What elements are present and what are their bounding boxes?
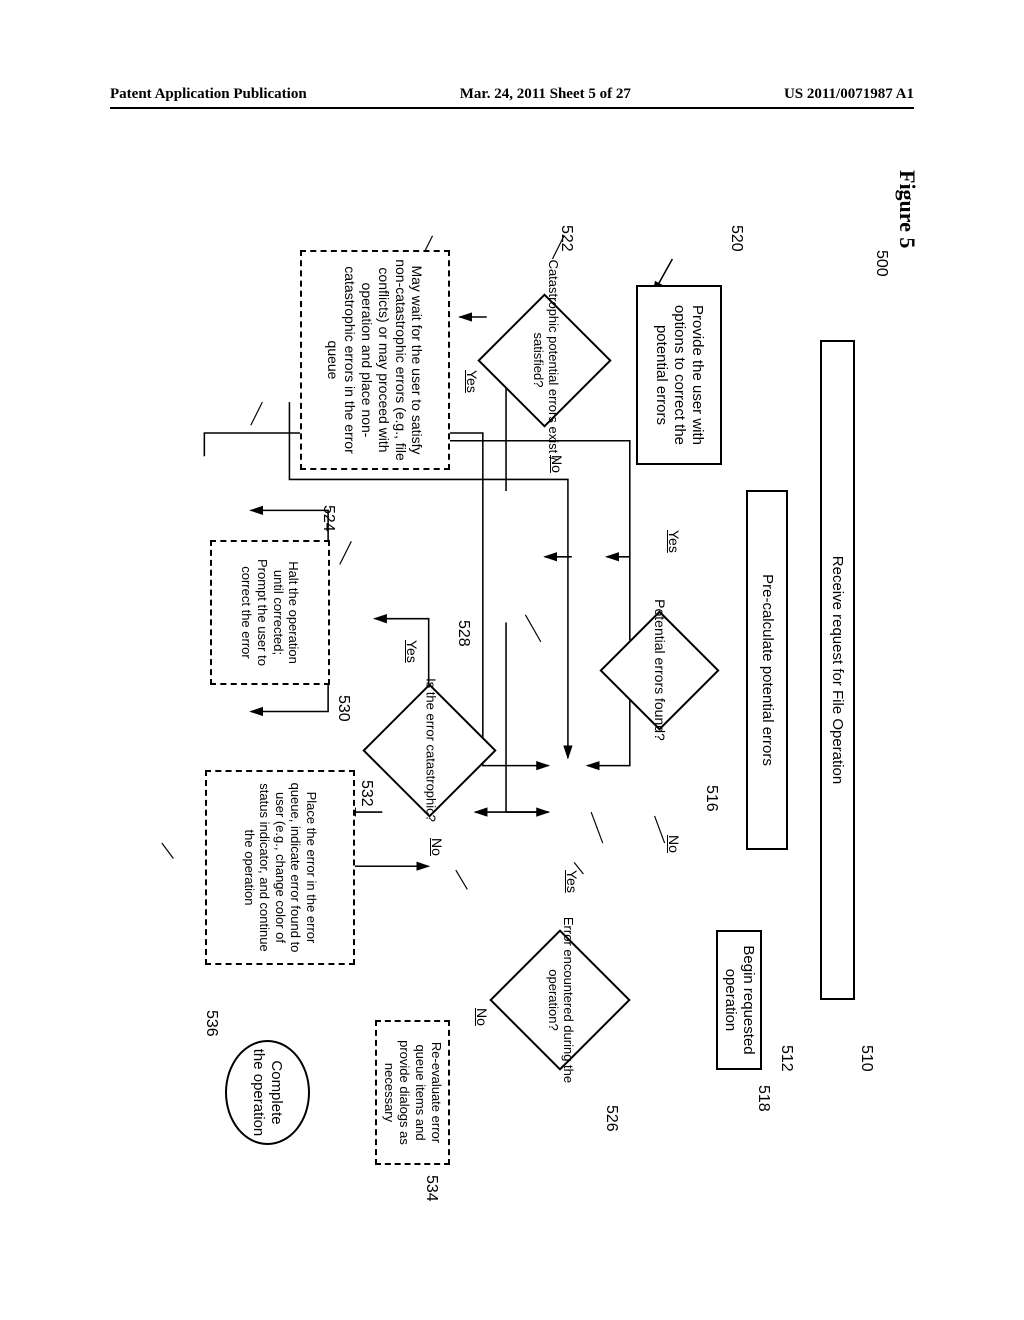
node-522-label: Catastrophic potential errors exist / sa… bbox=[530, 255, 560, 465]
ref-512: 512 bbox=[777, 1045, 795, 1072]
edge-528-yes: Yes bbox=[404, 640, 420, 663]
header-right: US 2011/0071987 A1 bbox=[784, 86, 914, 103]
node-512: Pre-calculate potential errors bbox=[746, 490, 788, 850]
header-left: Patent Application Publication bbox=[110, 86, 307, 103]
ref-522: 522 bbox=[557, 225, 575, 252]
ref-526: 526 bbox=[602, 1105, 620, 1132]
node-516-label: Potential errors found? bbox=[652, 586, 668, 754]
node-530: Halt the operation until corrected; Prom… bbox=[210, 540, 330, 685]
flowchart-figure-5: Figure 5 bbox=[0, 170, 920, 990]
ref-528: 528 bbox=[454, 620, 472, 647]
ref-500: 500 bbox=[872, 250, 890, 277]
node-520: Provide the user with options to correct… bbox=[636, 285, 722, 465]
node-516: Potential errors found? bbox=[610, 610, 710, 730]
ref-530: 530 bbox=[334, 695, 352, 722]
figure-label: Figure 5 bbox=[894, 170, 920, 248]
edge-526-no: No bbox=[474, 1008, 490, 1026]
ref-510: 510 bbox=[857, 1045, 875, 1072]
node-522: Catastrophic potential errors exist / sa… bbox=[490, 285, 600, 435]
header-mid: Mar. 24, 2011 Sheet 5 of 27 bbox=[460, 86, 631, 103]
ref-524: 524 bbox=[319, 505, 337, 532]
edge-528-no: No bbox=[429, 838, 445, 856]
edge-516-yes: Yes bbox=[666, 530, 682, 553]
edge-526-yes: Yes bbox=[564, 870, 580, 893]
ref-516: 516 bbox=[702, 785, 720, 812]
edge-516-no: No bbox=[666, 835, 682, 853]
node-524: May wait for the user to satisfy non-cat… bbox=[300, 250, 450, 470]
page-header: Patent Application Publication Mar. 24, … bbox=[110, 86, 914, 109]
edge-522-yes: Yes bbox=[464, 370, 480, 393]
node-528: Is the error catastrophic? bbox=[370, 680, 490, 820]
node-536: Complete the operation bbox=[225, 1040, 310, 1145]
node-534: Re-evaluate error queue items and provid… bbox=[375, 1020, 450, 1165]
node-532: Place the error in the error queue, indi… bbox=[205, 770, 355, 965]
node-518: Begin requested operation bbox=[716, 930, 762, 1070]
ref-518: 518 bbox=[754, 1085, 772, 1112]
ref-534: 534 bbox=[422, 1175, 440, 1202]
ref-520: 520 bbox=[727, 225, 745, 252]
node-526: Error encountered during the operation? bbox=[500, 925, 620, 1075]
node-526-label: Error encountered during the operation? bbox=[545, 895, 575, 1105]
edge-522-no: No bbox=[549, 455, 565, 473]
node-510: Receive request for File Operation bbox=[820, 340, 855, 1000]
ref-536: 536 bbox=[202, 1010, 220, 1037]
node-528-label: Is the error catastrophic? bbox=[423, 652, 438, 848]
